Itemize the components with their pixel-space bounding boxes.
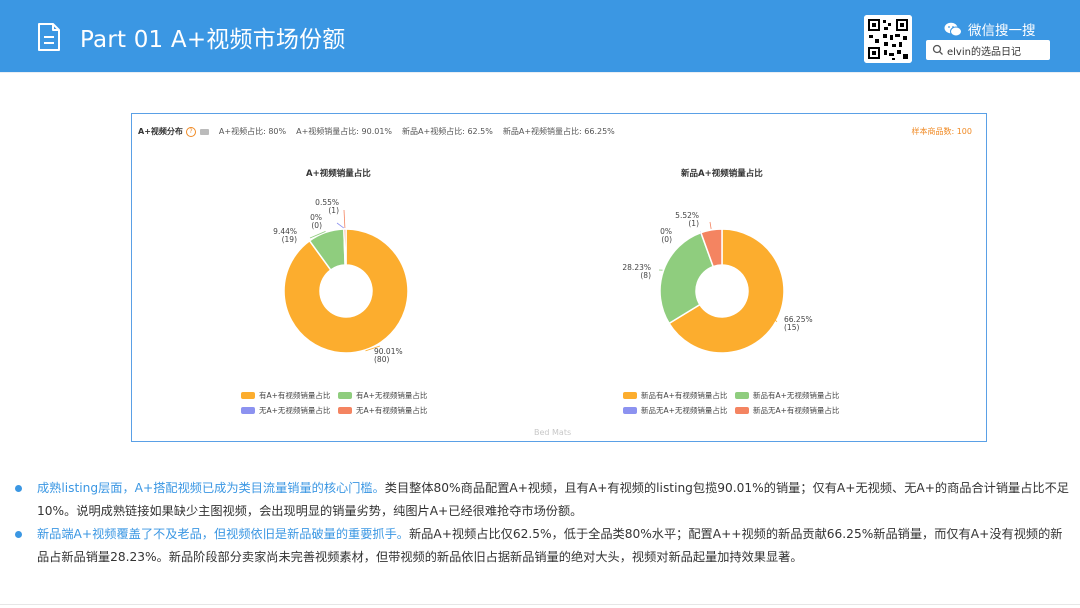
wechat-search-text: 微信搜一搜	[968, 23, 1036, 39]
legend-swatch	[735, 392, 749, 399]
bullet-item: 新品端A+视频覆盖了不及老品，但视频依旧是新品破量的重要抓手。新品A+视频占比仅…	[14, 523, 1070, 569]
legend-item[interactable]: 无A+无视频销量占比	[241, 405, 330, 416]
legend-item[interactable]: 无A+有视频销量占比	[338, 405, 427, 416]
slice-count-label: (80)	[374, 355, 389, 364]
watermark: Bed Mats	[534, 428, 572, 437]
legend-swatch	[623, 407, 637, 414]
legend-swatch	[338, 407, 352, 414]
document-icon	[38, 23, 60, 51]
slice-count-label: (8)	[640, 271, 651, 280]
search-text: elvin的选品日记	[947, 47, 1021, 58]
legend-label: 无A+有视频销量占比	[356, 406, 428, 415]
wechat-search-label: 微信搜一搜	[944, 19, 1036, 39]
header-bar: Part 01 A+视频市场份额 微信搜一搜 elvin的选品日记	[0, 0, 1080, 72]
legend-label: 新品无A+无视频销量占比	[641, 406, 728, 415]
slice-count-label: (0)	[311, 221, 322, 230]
bullet-dot	[15, 485, 22, 492]
label-leader-line	[336, 222, 345, 229]
slice-count-label: (0)	[661, 235, 672, 244]
wechat-icon	[944, 22, 962, 36]
label-leader-line	[343, 209, 346, 229]
slice-count-label: (1)	[688, 219, 699, 228]
legend-swatch	[241, 407, 255, 414]
legend-swatch	[338, 392, 352, 399]
donut-slice[interactable]	[343, 228, 347, 266]
legend-item[interactable]: 新品有A+有视频销量占比	[623, 390, 727, 401]
legend-item[interactable]: 新品无A+有视频销量占比	[735, 405, 839, 416]
legend-label: 新品无A+有视频销量占比	[753, 406, 840, 415]
legend-item[interactable]: 有A+无视频销量占比	[338, 390, 427, 401]
chart-panel: A+视频分布 ? A+视频占比: 80% A+视频销量占比: 90.01% 新品…	[131, 113, 987, 442]
bullet-highlight: 新品端A+视频覆盖了不及老品，但视频依旧是新品破量的重要抓手。	[37, 527, 409, 541]
bullet-dot	[15, 531, 22, 538]
slice-count-label: (15)	[784, 323, 799, 332]
slice-count-label: (1)	[328, 206, 339, 215]
legend-swatch	[241, 392, 255, 399]
legend-swatch	[623, 392, 637, 399]
legend-label: 无A+无视频销量占比	[259, 406, 331, 415]
label-leader-line	[709, 221, 712, 230]
search-icon	[932, 44, 943, 55]
legend-swatch	[735, 407, 749, 414]
search-box[interactable]: elvin的选品日记	[926, 40, 1050, 60]
legend-label: 新品有A+有视频销量占比	[641, 391, 728, 400]
summary-bullets: 成熟listing层面，A+搭配视频已成为类目流量销量的核心门槛。类目整体80%…	[14, 477, 1070, 569]
legend-item[interactable]: 新品无A+无视频销量占比	[623, 405, 727, 416]
bullet-item: 成熟listing层面，A+搭配视频已成为类目流量销量的核心门槛。类目整体80%…	[14, 477, 1070, 523]
legend-item[interactable]: 新品有A+无视频销量占比	[735, 390, 839, 401]
legend-item[interactable]: 有A+有视频销量占比	[241, 390, 330, 401]
bullet-highlight: 成熟listing层面，A+搭配视频已成为类目流量销量的核心门槛。	[37, 481, 385, 495]
bottom-divider	[0, 604, 1080, 605]
legend-label: 新品有A+无视频销量占比	[753, 391, 840, 400]
page-title: Part 01 A+视频市场份额	[80, 27, 346, 53]
qr-code-icon	[864, 15, 912, 63]
header-divider	[0, 72, 1080, 73]
legend-label: 有A+有视频销量占比	[259, 391, 331, 400]
legend-label: 有A+无视频销量占比	[356, 391, 428, 400]
slice-count-label: (19)	[282, 235, 297, 244]
